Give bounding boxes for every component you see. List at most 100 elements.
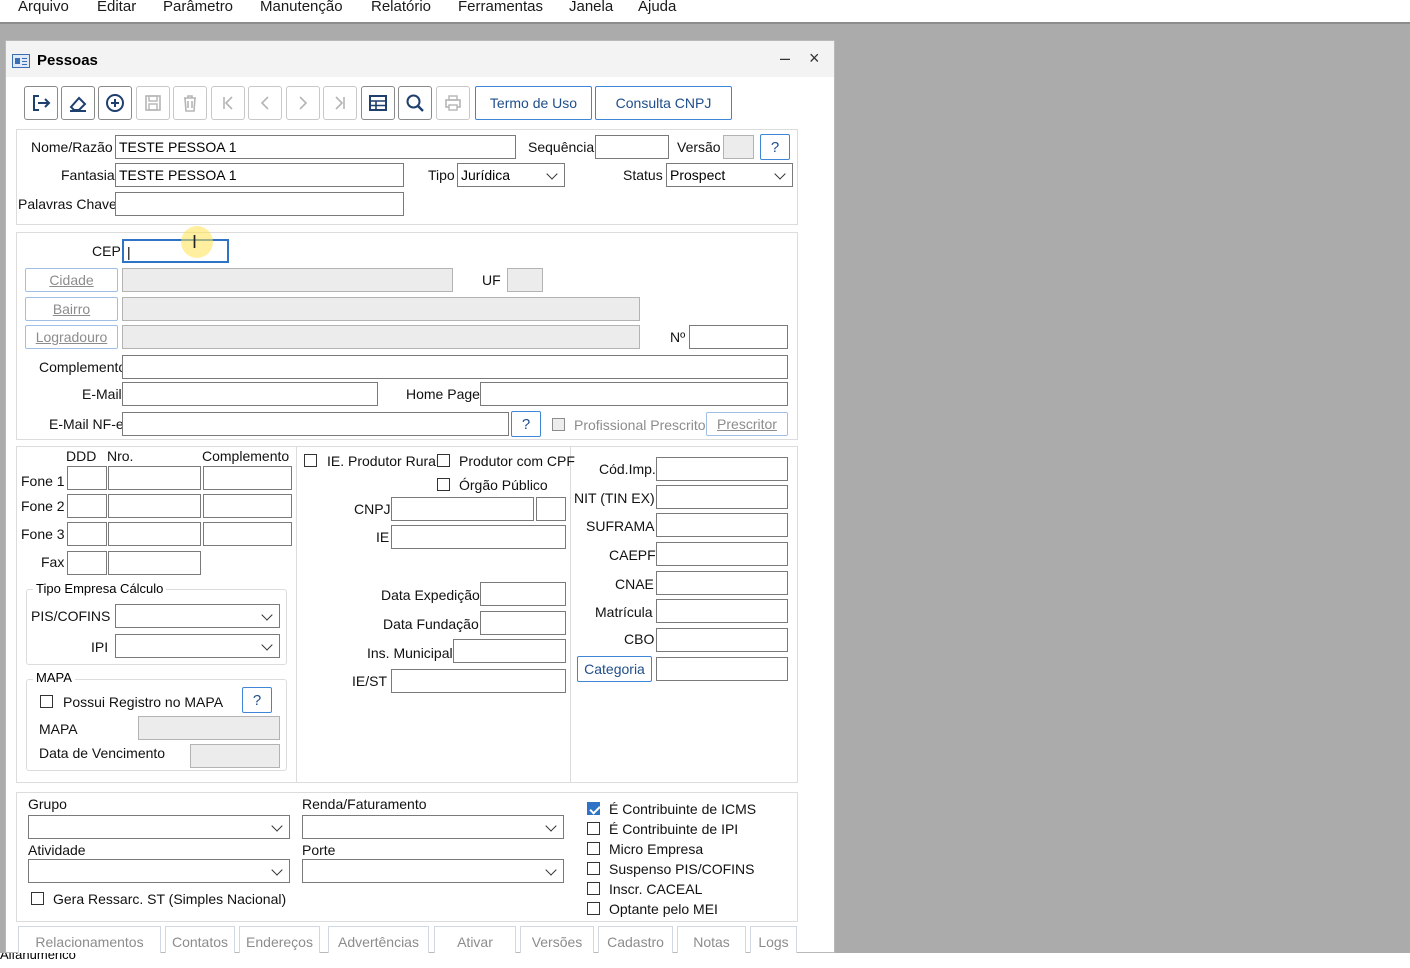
cnpj-input[interactable]: [391, 497, 534, 521]
consulta-cnpj-button[interactable]: Consulta CNPJ: [595, 86, 732, 120]
cbo-label: CBO: [624, 631, 655, 647]
optante-mei-checkbox[interactable]: [587, 902, 600, 915]
email-nfe-help-button[interactable]: ?: [511, 411, 541, 437]
email-nfe-input[interactable]: [122, 412, 509, 436]
renda-faturamento-select[interactable]: [302, 815, 564, 839]
save-button[interactable]: [136, 86, 170, 120]
fone2-complemento-input[interactable]: [203, 494, 292, 518]
menu-editar[interactable]: Editar: [97, 0, 136, 15]
termo-de-uso-button[interactable]: Termo de Uso: [475, 86, 592, 120]
grupo-select[interactable]: [28, 815, 290, 839]
menu-parametro[interactable]: Parâmetro: [163, 0, 233, 15]
contribuinte-icms-checkbox[interactable]: [587, 802, 600, 815]
next-record-button[interactable]: [286, 86, 320, 120]
logradouro-input[interactable]: [122, 325, 640, 349]
suframa-input[interactable]: [656, 513, 788, 537]
categoria-button[interactable]: Categoria: [577, 656, 652, 682]
mapa-help-button[interactable]: ?: [242, 687, 272, 713]
data-vencimento-input[interactable]: [190, 744, 280, 768]
first-icon: [223, 96, 233, 110]
fone1-ddd-input[interactable]: [67, 466, 107, 490]
micro-empresa-checkbox[interactable]: [587, 842, 600, 855]
pis-cofins-select[interactable]: [115, 604, 280, 628]
tipo-select[interactable]: Jurídica: [457, 163, 565, 187]
data-expedicao-input[interactable]: [480, 582, 566, 606]
versao-input[interactable]: [723, 135, 754, 159]
fone1-nro-input[interactable]: [108, 466, 201, 490]
menu-janela[interactable]: Janela: [569, 0, 613, 15]
cidade-input[interactable]: [122, 268, 453, 292]
contribuinte-ipi-checkbox[interactable]: [587, 822, 600, 835]
suspenso-pis-cofins-label: Suspenso PIS/COFINS: [609, 861, 755, 877]
matricula-input[interactable]: [656, 599, 788, 623]
status-select[interactable]: Prospect: [666, 163, 793, 187]
previous-record-button[interactable]: [248, 86, 282, 120]
uf-input[interactable]: [507, 268, 543, 292]
fax-nro-input[interactable]: [108, 551, 201, 575]
porte-select[interactable]: [302, 859, 564, 883]
bairro-input[interactable]: [122, 297, 640, 321]
menu-ferramentas[interactable]: Ferramentas: [458, 0, 543, 15]
prescritor-button[interactable]: Prescritor: [706, 412, 788, 436]
delete-button[interactable]: [173, 86, 207, 120]
fone3-ddd-input[interactable]: [67, 522, 107, 546]
menu-relatorio[interactable]: Relatório: [371, 0, 431, 15]
sequencia-input[interactable]: [595, 135, 669, 159]
search-button[interactable]: [398, 86, 432, 120]
fone1-complemento-input[interactable]: [203, 466, 292, 490]
ie-st-label: IE/ST: [352, 673, 388, 689]
profissional-prescritor-checkbox[interactable]: [552, 418, 565, 431]
fantasia-input[interactable]: TESTE PESSOA 1: [115, 163, 404, 187]
complemento-input[interactable]: [122, 355, 788, 379]
close-button[interactable]: ×: [809, 48, 820, 69]
window-title: Pessoas: [37, 52, 98, 69]
fone2-nro-input[interactable]: [108, 494, 201, 518]
orgao-publico-checkbox[interactable]: [437, 478, 450, 491]
nome-input[interactable]: TESTE PESSOA 1: [115, 135, 516, 159]
clear-button[interactable]: [61, 86, 95, 120]
fax-ddd-input[interactable]: [67, 551, 107, 575]
exit-button[interactable]: [24, 86, 58, 120]
suspenso-pis-cofins-checkbox[interactable]: [587, 862, 600, 875]
numero-input[interactable]: [689, 325, 788, 349]
fone3-complemento-input[interactable]: [203, 522, 292, 546]
cnpj-digit-input[interactable]: [536, 497, 566, 521]
ie-st-input[interactable]: [391, 669, 566, 693]
ie-input[interactable]: [391, 525, 566, 549]
last-record-button[interactable]: [323, 86, 357, 120]
ins-municipal-input[interactable]: [453, 639, 566, 663]
menu-manutencao[interactable]: Manutenção: [260, 0, 343, 15]
menu-arquivo[interactable]: Arquivo: [18, 0, 69, 15]
add-button[interactable]: [98, 86, 132, 120]
cbo-input[interactable]: [656, 628, 788, 652]
fone2-label: Fone 2: [21, 498, 65, 514]
nit-input[interactable]: [656, 485, 788, 509]
home-page-input[interactable]: [480, 382, 788, 406]
mapa-input[interactable]: [138, 716, 280, 740]
categoria-input[interactable]: [656, 657, 788, 681]
fone3-nro-input[interactable]: [108, 522, 201, 546]
produtor-cpf-checkbox[interactable]: [437, 454, 450, 467]
gera-ressarc-checkbox[interactable]: [31, 892, 44, 905]
first-record-button[interactable]: [211, 86, 245, 120]
data-fundacao-input[interactable]: [480, 611, 566, 635]
grid-view-button[interactable]: [361, 86, 395, 120]
cnae-input[interactable]: [656, 571, 788, 595]
cidade-button[interactable]: Cidade: [25, 268, 118, 292]
menu-ajuda[interactable]: Ajuda: [638, 0, 676, 15]
email-input[interactable]: [122, 382, 378, 406]
fone2-ddd-input[interactable]: [67, 494, 107, 518]
print-button[interactable]: [436, 86, 470, 120]
ie-produtor-rural-checkbox[interactable]: [304, 454, 317, 467]
palavras-chave-input[interactable]: [115, 192, 404, 216]
ipi-select[interactable]: [115, 634, 280, 658]
logradouro-button[interactable]: Logradouro: [25, 325, 118, 349]
cod-imp-input[interactable]: [656, 457, 788, 481]
atividade-select[interactable]: [28, 859, 290, 883]
header-help-button[interactable]: ?: [760, 134, 790, 160]
inscr-caceal-checkbox[interactable]: [587, 882, 600, 895]
caepf-input[interactable]: [656, 542, 788, 566]
bairro-button[interactable]: Bairro: [25, 297, 118, 321]
minimize-button[interactable]: –: [780, 48, 790, 69]
possui-registro-mapa-checkbox[interactable]: [40, 695, 53, 708]
